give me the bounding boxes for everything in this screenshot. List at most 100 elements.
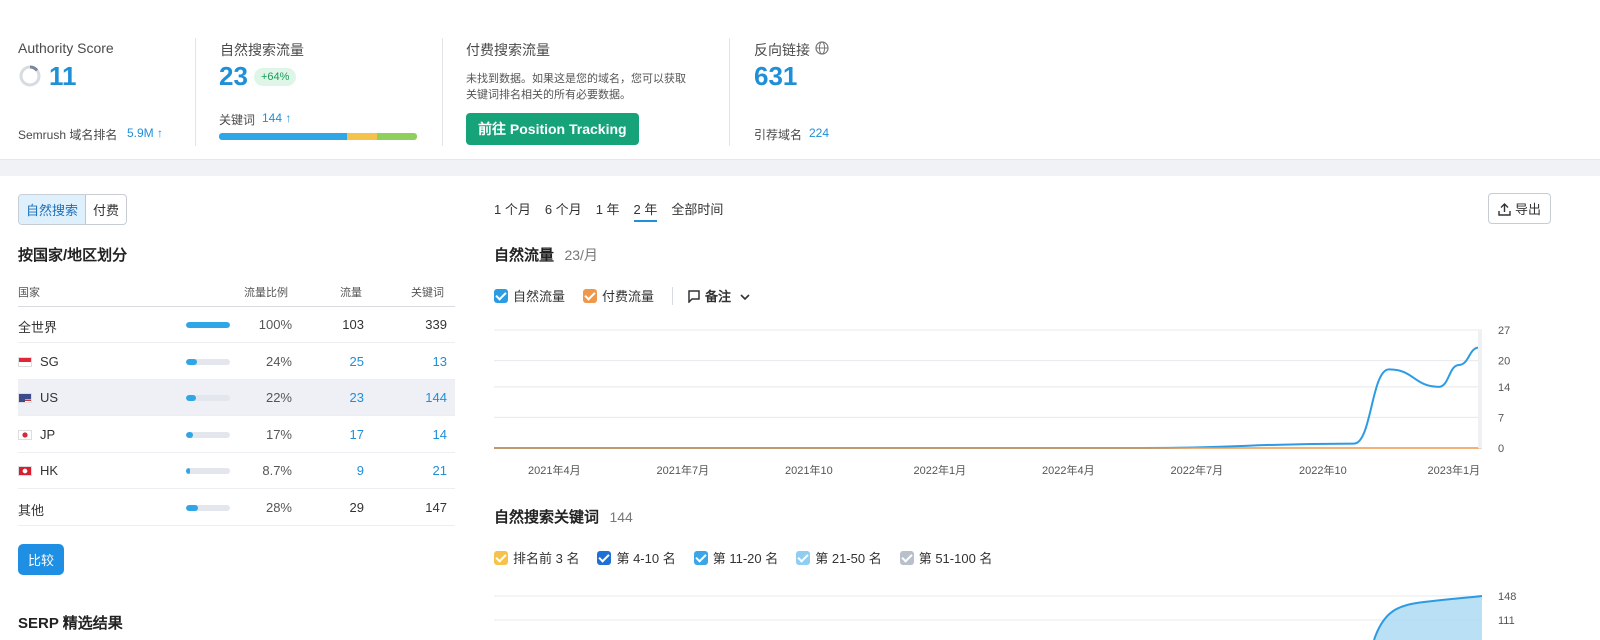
- x-tick-label: 2023年1月: [1428, 463, 1481, 477]
- hk-flag-icon: [18, 466, 32, 476]
- toggle-organic[interactable]: 自然搜索: [19, 195, 87, 224]
- time-range-option[interactable]: 1 个月: [494, 202, 531, 217]
- x-tick-label: 2021年4月: [528, 463, 581, 477]
- current-period-band: [1478, 330, 1482, 448]
- keywords-value[interactable]: 144: [425, 390, 447, 405]
- backlinks-value[interactable]: 631: [754, 61, 797, 92]
- country-name[interactable]: 其他: [18, 500, 44, 519]
- legend-item[interactable]: 第 11-20 名: [693, 548, 778, 567]
- position-tracking-button[interactable]: 前往 Position Tracking: [466, 113, 639, 145]
- legend-item[interactable]: 排名前 3 名: [494, 548, 579, 567]
- keywords-value: 147: [425, 499, 447, 515]
- bar-segment-blue: [219, 133, 347, 140]
- table-row[interactable]: SG 24% 25 13: [18, 344, 455, 380]
- backlinks-label: 反向链接: [754, 42, 810, 58]
- country-name[interactable]: US: [18, 390, 58, 405]
- x-tick-label: 2022年1月: [914, 463, 967, 477]
- legend-item[interactable]: 第 4-10 名: [597, 548, 676, 567]
- keywords-label: 关键词: [219, 113, 256, 127]
- traffic-share-bar: [186, 358, 230, 365]
- traffic-chart-title: 自然流量: [494, 247, 555, 264]
- notes-dropdown[interactable]: 备注: [687, 286, 750, 305]
- traffic-value[interactable]: 17: [350, 427, 364, 442]
- legend-item[interactable]: 第 51-100 名: [899, 548, 993, 567]
- table-row[interactable]: 其他 28% 29 147: [18, 490, 455, 526]
- keywords-value[interactable]: 13: [433, 354, 447, 369]
- chevron-down-icon: [740, 294, 750, 301]
- traffic-line-chart[interactable]: 0 7 14 20 27 2021年4月 2021年7月 2021年10 2022年1月 2022…: [494, 318, 1574, 488]
- country-name[interactable]: JP: [18, 427, 55, 442]
- table-row[interactable]: JP 17% 17 14: [18, 417, 455, 453]
- col-header-keywords[interactable]: 关键词: [411, 284, 444, 300]
- country-name[interactable]: 全世界: [18, 317, 57, 336]
- x-tick-label: 2021年10: [785, 463, 833, 477]
- keywords-value: 339: [425, 317, 447, 332]
- referring-domains-value[interactable]: 224: [809, 126, 829, 140]
- keywords-value[interactable]: 14: [433, 427, 447, 442]
- semrush-rank-label: Semrush 域名排名: [18, 128, 118, 142]
- export-button[interactable]: 导出: [1488, 193, 1552, 224]
- keywords-value[interactable]: 144 ↑: [262, 111, 291, 125]
- organic-paid-toggle[interactable]: 自然搜索 付费: [18, 194, 128, 225]
- us-flag-icon: [18, 393, 32, 403]
- keywords-chart-title: 自然搜索关键词: [494, 509, 600, 526]
- keywords-value[interactable]: 21: [433, 463, 447, 478]
- x-tick-label: 2021年7月: [657, 463, 710, 477]
- traffic-share: 17%: [265, 426, 292, 442]
- table-row[interactable]: 全世界 100% 103 339: [18, 307, 455, 343]
- checkbox-icon: [899, 551, 914, 565]
- y-tick-label: 0: [1498, 443, 1504, 455]
- country-label: HK: [40, 463, 59, 478]
- y-tick-label: 7: [1498, 412, 1504, 424]
- y-tick-label: 148: [1498, 591, 1516, 603]
- table-row[interactable]: HK 8.7% 9 21: [18, 453, 455, 489]
- bar-segment-yellow: [347, 133, 377, 140]
- legend-paid-label: 付费流量: [602, 289, 655, 304]
- globe-icon[interactable]: [815, 41, 829, 55]
- semrush-rank-value[interactable]: 5.9M ↑: [127, 126, 163, 140]
- traffic-value[interactable]: 23: [350, 390, 364, 405]
- traffic-value[interactable]: 25: [350, 354, 364, 369]
- table-row[interactable]: US 22% 23 144: [18, 380, 455, 416]
- legend-label: 第 51-100 名: [918, 551, 993, 566]
- traffic-share-bar: [186, 504, 230, 511]
- traffic-value[interactable]: 9: [357, 463, 364, 478]
- legend-paid-traffic[interactable]: 付费流量: [583, 286, 654, 305]
- legend-item[interactable]: 第 21-50 名: [796, 548, 882, 567]
- compare-button[interactable]: 比较: [18, 544, 65, 575]
- country-name[interactable]: HK: [18, 463, 58, 478]
- legend-label: 排名前 3 名: [513, 551, 580, 566]
- time-range-selector[interactable]: 1 个月 6 个月 1 年 2 年全部时间: [494, 199, 737, 222]
- country-label: 全世界: [18, 320, 58, 335]
- traffic-value: 29: [349, 499, 364, 515]
- traffic-share: 28%: [265, 499, 292, 515]
- traffic-chart-subtitle: 23/月: [564, 247, 598, 263]
- traffic-share-bar: [186, 431, 230, 438]
- authority-score-label: Authority Score: [18, 40, 114, 56]
- legend-organic-traffic[interactable]: 自然流量: [494, 286, 565, 305]
- col-header-traffic[interactable]: 流量: [340, 284, 362, 300]
- time-range-option[interactable]: 1 年: [596, 202, 620, 217]
- organic-change-badge: +64%: [254, 68, 297, 86]
- toggle-paid[interactable]: 付费: [86, 195, 126, 224]
- paid-traffic-label: 付费搜索流量: [466, 42, 550, 58]
- organic-traffic-value[interactable]: 23: [219, 61, 248, 92]
- x-tick-label: 2022年7月: [1171, 463, 1224, 477]
- keyword-distribution-bar: [219, 133, 417, 140]
- keywords-area-chart[interactable]: 111 148: [494, 580, 1574, 640]
- traffic-share-bar: [186, 322, 230, 328]
- col-header-country: 国家: [18, 287, 40, 299]
- legend-organic-label: 自然流量: [513, 289, 566, 304]
- traffic-share-fill: [186, 322, 230, 328]
- y-tick-label: 27: [1498, 325, 1510, 337]
- time-range-option[interactable]: 全部时间: [671, 202, 723, 217]
- col-header-share[interactable]: 流量比例: [244, 284, 288, 300]
- country-name[interactable]: SG: [18, 354, 59, 369]
- time-range-option[interactable]: 2 年: [633, 202, 658, 222]
- traffic-share-fill: [186, 468, 190, 474]
- country-section-title: 按国家/地区划分: [18, 247, 128, 264]
- time-range-option[interactable]: 6 个月: [545, 202, 582, 217]
- checkbox-icon: [796, 551, 811, 565]
- y-tick-label: 111: [1498, 615, 1515, 627]
- export-label: 导出: [1515, 202, 1542, 217]
